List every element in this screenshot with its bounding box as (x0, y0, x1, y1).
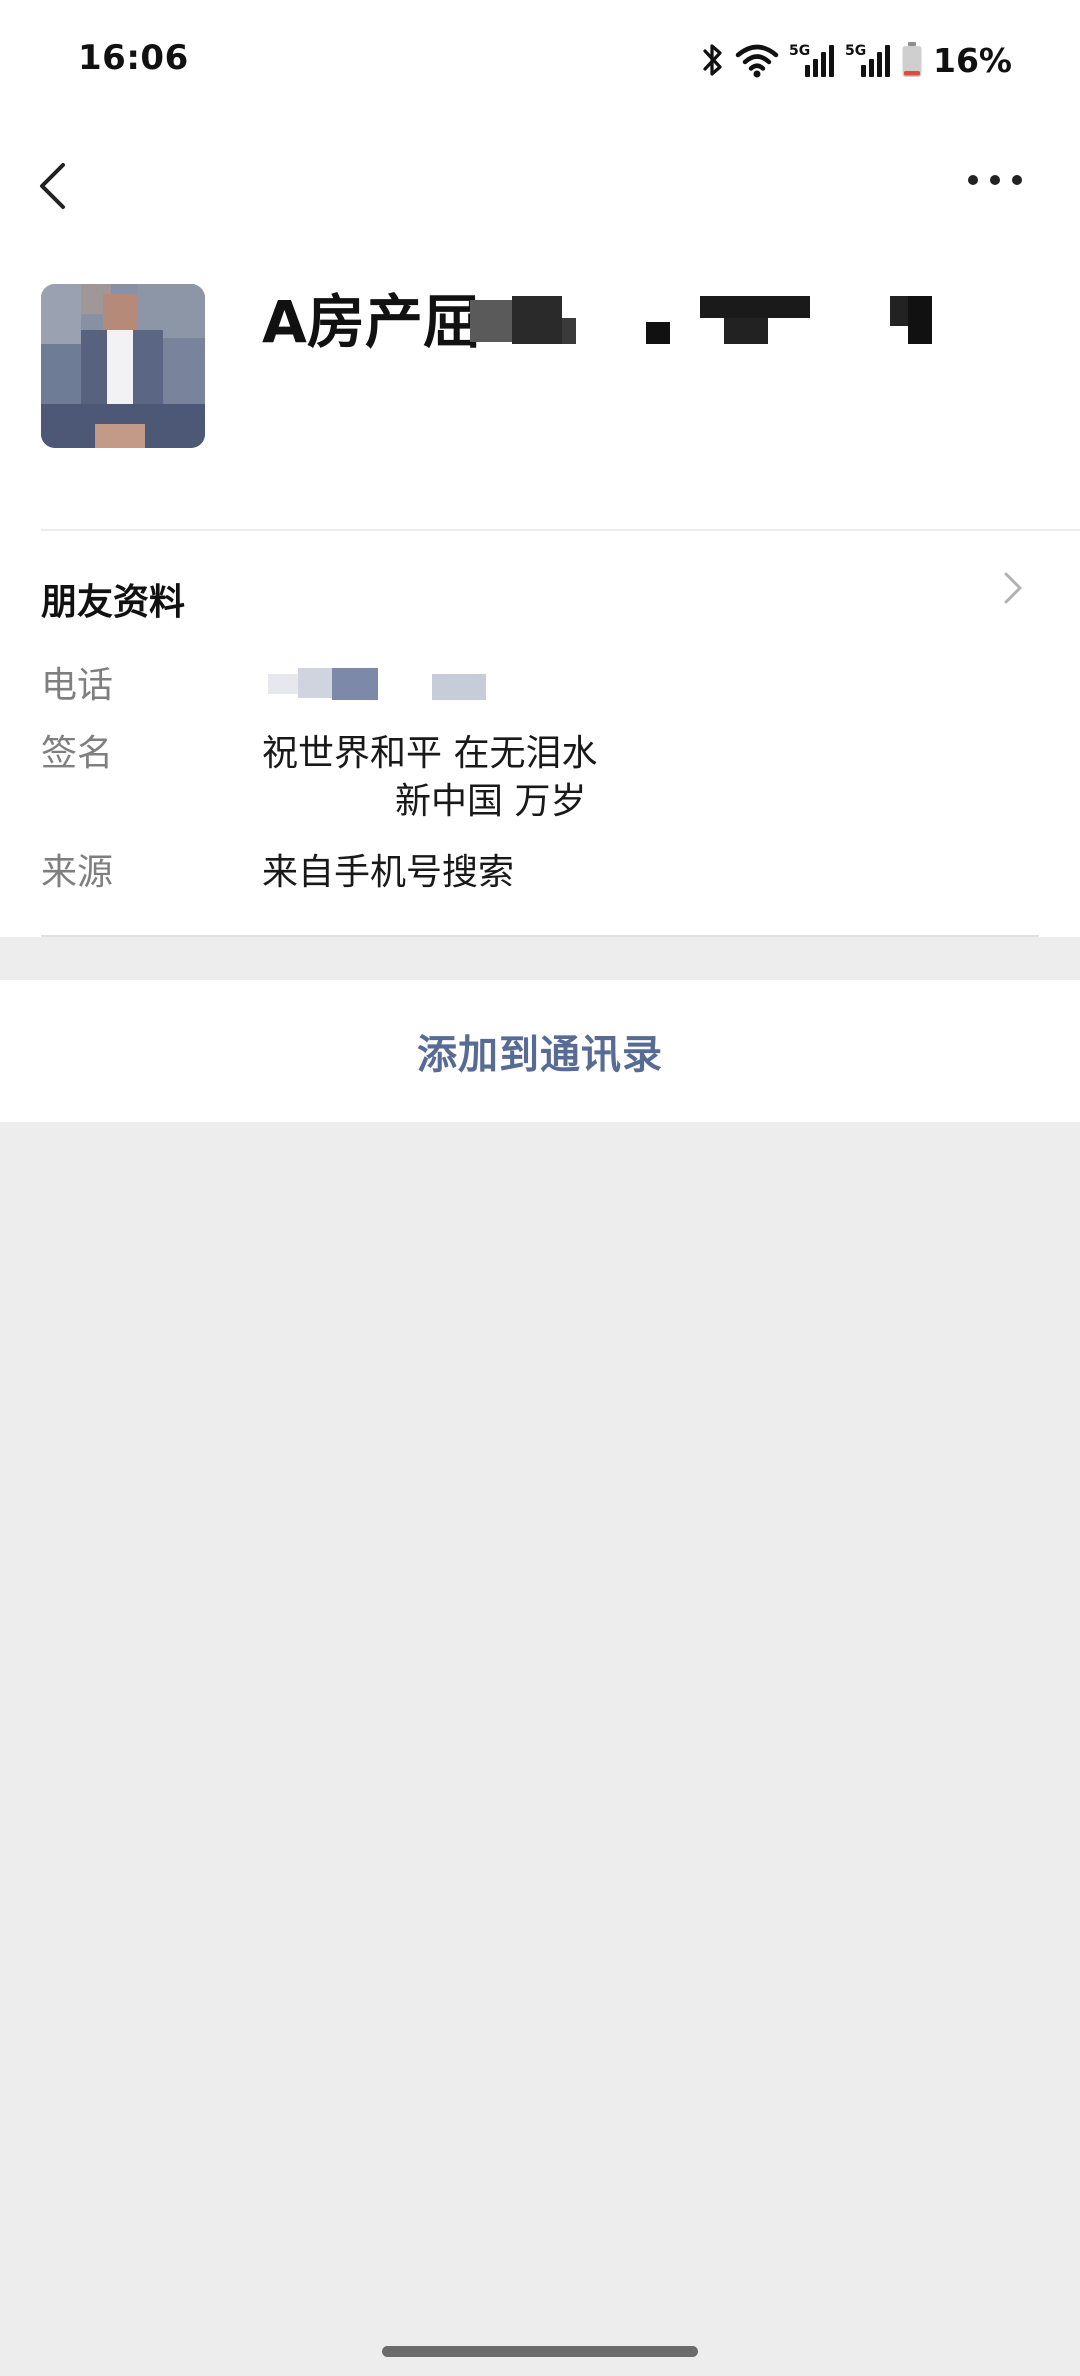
status-bar: 16:06 5G 5G 16% (0, 0, 1080, 120)
name-redaction (470, 292, 950, 352)
friend-info-chevron[interactable] (998, 566, 1028, 610)
signature-line-2: 新中国 万岁 (395, 781, 587, 822)
chevron-right-icon (1004, 572, 1022, 604)
svg-text:5G: 5G (845, 43, 866, 59)
signature-label: 签名 (41, 733, 114, 774)
status-time: 16:06 (78, 38, 189, 78)
home-indicator[interactable] (382, 2346, 698, 2357)
chevron-left-icon (40, 163, 65, 209)
phone-value-redacted (262, 662, 502, 704)
source-label: 来源 (41, 852, 114, 893)
friend-info-title[interactable]: 朋友资料 (41, 573, 185, 625)
bluetooth-icon (701, 41, 725, 79)
status-icons: 5G 5G 16% (701, 38, 1012, 82)
wifi-icon (735, 42, 779, 78)
avatar[interactable] (41, 284, 205, 448)
profile-name: A房产屈 (262, 288, 481, 356)
profile-card: 16:06 5G 5G 16% A房产屈 朋友资料 电话 签名 祝世界和平 在无… (0, 0, 1080, 937)
battery-percent: 16% (933, 40, 1012, 80)
add-to-contacts-button[interactable]: 添加到通讯录 (0, 980, 1080, 1122)
avatar-image (41, 284, 205, 448)
more-horizontal-icon (968, 175, 1022, 185)
svg-text:5G: 5G (789, 43, 810, 59)
signal-5g-icon: 5G (845, 41, 891, 79)
divider (41, 935, 1039, 937)
signature-line-1: 祝世界和平 在无泪水 (262, 733, 598, 774)
add-to-contacts-label: 添加到通讯录 (417, 1032, 663, 1078)
more-button[interactable] (960, 160, 1030, 200)
phone-label: 电话 (41, 665, 114, 706)
source-value: 来自手机号搜索 (262, 852, 515, 893)
divider (41, 529, 1080, 531)
battery-icon (901, 41, 923, 79)
back-button[interactable] (30, 150, 90, 220)
signal-5g-icon: 5G (789, 41, 835, 79)
